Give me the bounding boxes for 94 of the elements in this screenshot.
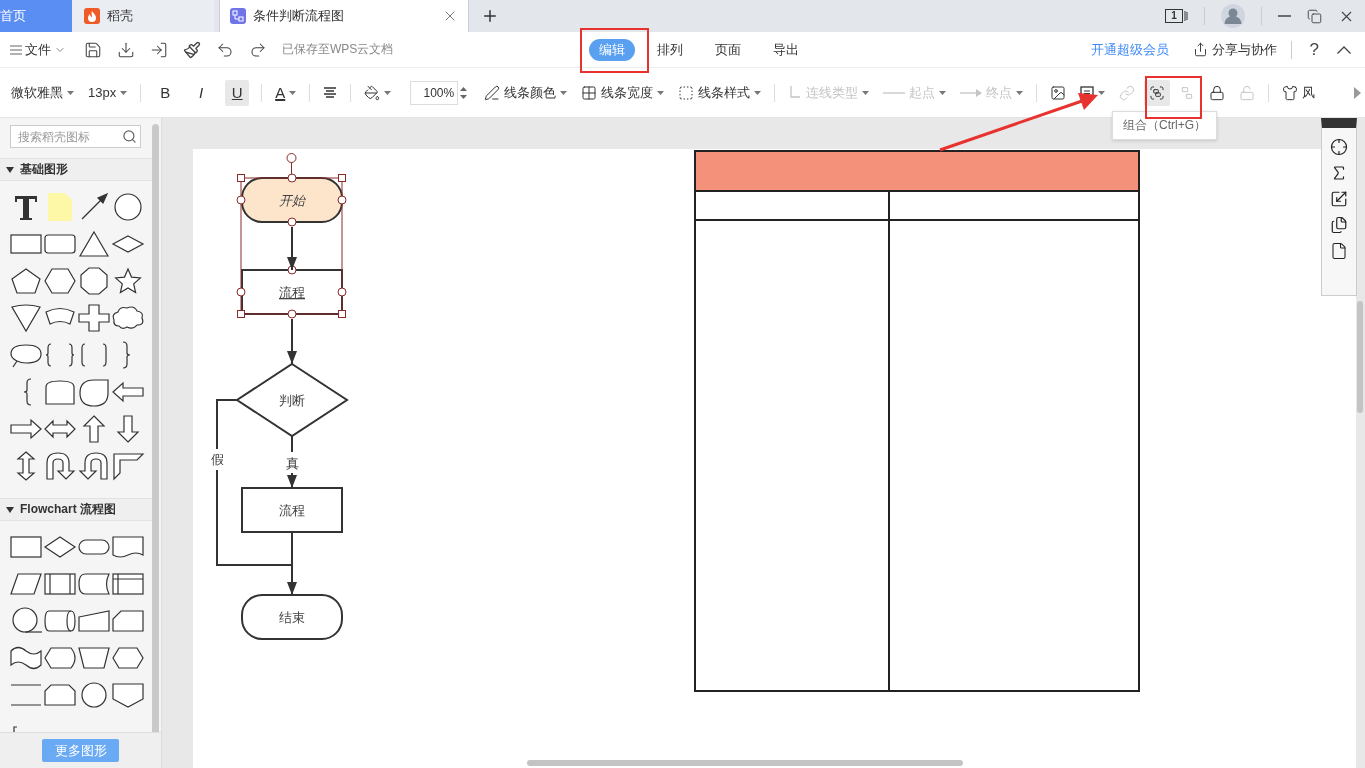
unlock-icon bbox=[1239, 84, 1256, 101]
caret-icon bbox=[6, 506, 14, 513]
section-header[interactable]: 基础图形 bbox=[0, 158, 152, 181]
funnel-icon[interactable] bbox=[9, 302, 43, 333]
connector-arrow[interactable] bbox=[287, 435, 297, 489]
bold-button[interactable]: B bbox=[153, 79, 178, 106]
help-button[interactable]: ? bbox=[1305, 39, 1323, 60]
flowchart-file-icon bbox=[230, 8, 246, 24]
line-icon bbox=[883, 90, 906, 95]
highlight-frame bbox=[1145, 76, 1202, 119]
connector-arrow[interactable] bbox=[287, 531, 297, 596]
undo-button[interactable] bbox=[216, 40, 234, 59]
edge-label[interactable]: 假 bbox=[210, 452, 224, 467]
italic-button[interactable]: I bbox=[189, 79, 214, 106]
font-select[interactable]: 微软雅黑 bbox=[6, 79, 79, 106]
octagon-icon[interactable] bbox=[77, 265, 111, 296]
format-painter-button[interactable] bbox=[183, 40, 201, 59]
caret-icon bbox=[6, 166, 14, 173]
caret-icon bbox=[939, 90, 947, 95]
teardrop-icon[interactable] bbox=[77, 376, 111, 407]
search-icon bbox=[122, 129, 137, 144]
paint-bucket-icon bbox=[364, 84, 381, 101]
caret-icon bbox=[754, 90, 762, 95]
share-icon bbox=[1192, 42, 1208, 57]
grid-icon bbox=[581, 84, 598, 101]
caret-icon bbox=[1098, 90, 1106, 95]
zoom-field[interactable]: 100% bbox=[410, 80, 459, 105]
align-center-icon bbox=[323, 85, 338, 100]
font-size-select[interactable]: 13px bbox=[83, 79, 133, 106]
search-field[interactable]: 搜索稻壳图标 bbox=[10, 125, 141, 148]
flame-icon bbox=[84, 8, 100, 24]
decision-node[interactable]: 判断 bbox=[235, 362, 349, 438]
menu-tab[interactable]: 导出 bbox=[763, 38, 809, 61]
terminal-node[interactable]: 结束 bbox=[241, 594, 343, 640]
save-button[interactable] bbox=[84, 40, 102, 59]
table-shape[interactable] bbox=[694, 150, 1140, 692]
caret-icon bbox=[120, 90, 128, 95]
caret-icon bbox=[384, 90, 392, 95]
connector-arrow[interactable] bbox=[287, 226, 297, 271]
group-button[interactable] bbox=[1144, 79, 1171, 106]
tab[interactable]: 条件判断流程图 bbox=[219, 0, 469, 32]
caret-icon bbox=[862, 90, 870, 95]
u-turn-arrow-icon[interactable] bbox=[43, 450, 77, 481]
caret-icon bbox=[1016, 90, 1024, 95]
horizontal-scrollbar[interactable] bbox=[527, 760, 963, 766]
restore-button[interactable] bbox=[1307, 8, 1322, 24]
share-button[interactable]: 分享与协作 bbox=[1192, 40, 1277, 59]
sequential-data-icon[interactable] bbox=[9, 605, 43, 636]
corner-icon[interactable] bbox=[111, 450, 145, 481]
circle-icon[interactable] bbox=[111, 191, 145, 222]
avatar[interactable] bbox=[1221, 4, 1245, 28]
selection-frame[interactable] bbox=[236, 153, 347, 319]
line-arrow-icon bbox=[960, 88, 983, 97]
window-count-badge[interactable]: 1 bbox=[1165, 9, 1183, 23]
caret-icon bbox=[289, 90, 297, 95]
cross-icon[interactable] bbox=[77, 302, 111, 333]
caret-icon bbox=[67, 90, 74, 95]
font-color-button[interactable]: A bbox=[270, 79, 302, 106]
link-icon bbox=[1119, 84, 1136, 101]
elbow-line-icon bbox=[788, 84, 803, 101]
section-header[interactable]: Flowchart 流程图 bbox=[0, 498, 152, 521]
caret-icon bbox=[560, 90, 568, 95]
import-button[interactable] bbox=[150, 40, 168, 59]
vip-link[interactable]: 开通超级会员 bbox=[1090, 40, 1169, 59]
highlight-frame bbox=[580, 28, 649, 73]
menu-tab[interactable]: 页面 bbox=[705, 38, 751, 61]
tab[interactable]: 稻壳 bbox=[72, 0, 214, 32]
caret-icon bbox=[657, 90, 665, 95]
menu-tab[interactable]: 排列 bbox=[647, 38, 693, 61]
connector-arrow[interactable] bbox=[287, 318, 297, 365]
save-status: 已保存至WPS云文档 bbox=[282, 41, 394, 58]
edge-label[interactable]: 真 bbox=[285, 456, 299, 471]
line-style-button[interactable]: 线条样式 bbox=[673, 79, 767, 106]
plus-icon bbox=[481, 7, 499, 25]
download-button[interactable] bbox=[117, 40, 135, 59]
lock-icon bbox=[1209, 84, 1226, 101]
line-color-button[interactable]: 线条颜色 bbox=[479, 79, 573, 106]
group-icon bbox=[1149, 84, 1166, 101]
hexagon-icon[interactable] bbox=[43, 265, 77, 296]
style-button[interactable]: 风 bbox=[1277, 79, 1321, 106]
dashed-square-icon bbox=[678, 84, 695, 101]
menu-icon bbox=[10, 44, 22, 55]
process-node[interactable]: 流程 bbox=[241, 269, 343, 315]
redo-button[interactable] bbox=[249, 40, 267, 59]
u-turn-arrow-icon[interactable] bbox=[77, 450, 111, 481]
underline-button[interactable]: U bbox=[225, 79, 250, 106]
vertical-scrollbar[interactable] bbox=[1357, 301, 1363, 413]
file-menu[interactable]: 文件 bbox=[10, 40, 66, 59]
shirt-icon bbox=[1282, 84, 1299, 101]
tooltip: 组合（Ctrl+G） bbox=[1112, 111, 1217, 140]
line-width-button[interactable]: 线条宽度 bbox=[576, 79, 670, 106]
image-icon bbox=[1050, 84, 1067, 101]
pen-icon bbox=[484, 84, 501, 101]
process-node[interactable]: 流程 bbox=[241, 487, 343, 533]
